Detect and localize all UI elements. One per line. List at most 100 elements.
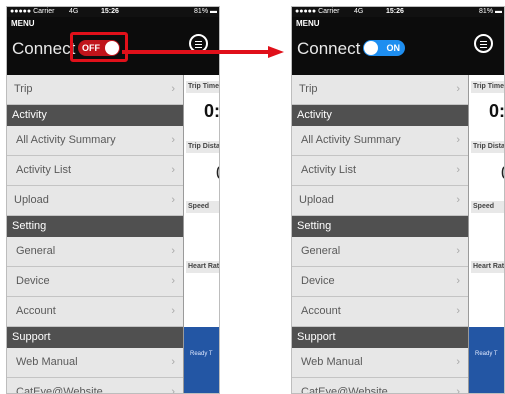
menu-item[interactable]: Web Manual › [7,348,183,378]
metric-label: Speed [471,201,504,213]
connect-label: Connect [297,39,361,58]
menu-item[interactable]: General › [292,237,468,267]
menu-item[interactable]: Upload › [7,186,183,216]
chevron-right-icon: › [171,356,175,368]
menu-item[interactable]: Activity List › [7,156,183,186]
chevron-right-icon: › [171,194,175,206]
chevron-right-icon: › [171,83,175,95]
menu-item-label: Upload [299,194,334,206]
section-header: Support [292,327,468,348]
menu-item[interactable]: All Activity Summary › [292,126,468,156]
menu-list: Trip › Activity All Activity Summary › Activi… [292,75,468,394]
menu-item-label: General [16,245,56,257]
ready-text: Ready T [475,351,498,357]
status-bar: ●●●●● Carrier 4G 15:26 81% ▬ [7,7,219,17]
menu-item[interactable]: Trip › [292,75,468,105]
chevron-right-icon: › [171,164,175,176]
chevron-right-icon: › [171,386,175,394]
menu-item-label: General [301,245,341,257]
carrier-label: ●●●●● Carrier [295,8,340,15]
chevron-right-icon: › [456,305,460,317]
menu-item[interactable]: Device › [292,267,468,297]
ready-text: Ready T [190,351,213,357]
menu-title: MENU [296,19,320,28]
menu-item-label: Trip [299,83,318,95]
network-label: 4G [354,8,364,15]
section-header: Activity [292,105,468,126]
menu-item-label: Activity List [16,164,72,176]
menu-item-label: CatEye@Website [301,386,388,394]
menu-item-label: CatEye@Website [16,386,103,394]
metric-label: Heart Rate [186,261,219,273]
toggle-knob [364,41,378,55]
section-header: Activity [7,105,183,126]
status-bar: ●●●●● Carrier 4G 15:26 81% ▬ [292,7,504,17]
chevron-right-icon: › [456,134,460,146]
chevron-right-icon: › [456,83,460,95]
menu-item[interactable]: Activity List › [292,156,468,186]
menu-item[interactable]: All Activity Summary › [7,126,183,156]
menu-item[interactable]: Trip › [7,75,183,105]
chevron-right-icon: › [171,245,175,257]
clock-label: 15:26 [101,8,119,15]
clock-label: 15:26 [386,8,404,15]
metric-label: Speed [186,201,219,213]
menu-item-label: Device [301,275,335,287]
metric-label: Trip Distance [186,141,219,153]
connect-label: Connect [12,39,76,58]
menu-item-label: Account [301,305,341,317]
menu-item-label: Upload [14,194,49,206]
menu-item-label: Web Manual [301,356,363,368]
menu-item-label: Device [16,275,50,287]
trip-time-value: 0: [489,101,505,121]
chevron-right-icon: › [456,245,460,257]
menu-item[interactable]: CatEye@Website › [7,378,183,394]
menu-item-label: All Activity Summary [301,134,401,146]
connect-toggle-off[interactable]: OFF [78,40,120,56]
metric-label: Trip Time [186,81,219,93]
section-header: Support [7,327,183,348]
chevron-right-icon: › [171,305,175,317]
section-header: Setting [7,216,183,237]
hamburger-menu-icon[interactable] [474,34,493,53]
menu-item-label: All Activity Summary [16,134,116,146]
chevron-right-icon: › [171,275,175,287]
menu-item[interactable]: Device › [7,267,183,297]
section-header: Setting [292,216,468,237]
trip-distance-value: 0 [216,163,219,184]
battery-label: 81% ▬ [479,8,502,15]
toggle-on-label: ON [386,43,401,53]
toggle-off-label: OFF [82,43,100,53]
phone-screen-connect-off: ●●●●● Carrier 4G 15:26 81% ▬ MENU Connec… [6,6,220,394]
menu-item-label: Trip [14,83,33,95]
chevron-right-icon: › [456,194,460,206]
metric-label: Trip Time [471,81,504,93]
metric-label: Heart Rate [471,261,504,273]
menu-item[interactable]: Account › [292,297,468,327]
chevron-right-icon: › [456,275,460,287]
toggle-knob [105,41,119,55]
menu-title: MENU [11,19,35,28]
phone-screen-connect-on: ●●●●● Carrier 4G 15:26 81% ▬ MENU Connec… [291,6,505,394]
battery-label: 81% ▬ [194,8,217,15]
chevron-right-icon: › [171,134,175,146]
chevron-right-icon: › [456,356,460,368]
menu-item-label: Web Manual [16,356,78,368]
menu-item-label: Account [16,305,56,317]
arrow-right-icon [122,46,284,58]
carrier-label: ●●●●● Carrier [10,8,55,15]
chevron-right-icon: › [456,164,460,176]
network-label: 4G [69,8,79,15]
chevron-right-icon: › [456,386,460,394]
menu-item[interactable]: General › [7,237,183,267]
menu-item[interactable]: CatEye@Website › [292,378,468,394]
ready-banner: Ready T [469,327,504,393]
connect-toggle-on[interactable]: ON [363,40,405,56]
menu-item-label: Activity List [301,164,357,176]
menu-item[interactable]: Upload › [292,186,468,216]
menu-list: Trip › Activity All Activity Summary › Activi… [7,75,183,394]
menu-item[interactable]: Web Manual › [292,348,468,378]
ready-banner: Ready T [184,327,219,393]
metric-label: Trip Distance [471,141,504,153]
menu-item[interactable]: Account › [7,297,183,327]
